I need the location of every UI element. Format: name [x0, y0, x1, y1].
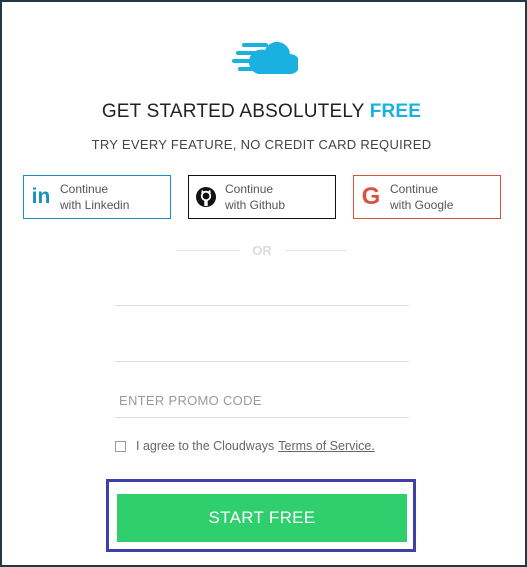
- continue-with-github-button[interactable]: Continue with Github: [188, 175, 336, 219]
- cloud-speed-icon: [232, 41, 298, 74]
- google-line2: with Google: [390, 198, 454, 212]
- continue-with-google-button[interactable]: G Continue with Google: [353, 175, 501, 219]
- promo-code-input[interactable]: [115, 384, 409, 418]
- title-main: GET STARTED ABSOLUTELY: [101, 101, 365, 122]
- start-free-button[interactable]: START FREE: [117, 494, 407, 542]
- github-line1: Continue: [225, 182, 274, 196]
- signup-field-2[interactable]: [115, 328, 409, 362]
- signup-field-1[interactable]: [115, 272, 409, 306]
- or-divider: OR: [177, 243, 347, 259]
- page-title: GET STARTED ABSOLUTELY FREE: [0, 101, 523, 123]
- continue-with-linkedin-button[interactable]: in Continue with Linkedin: [23, 175, 171, 219]
- github-icon: [189, 186, 223, 208]
- terms-of-service-link[interactable]: Terms of Service.: [278, 439, 375, 453]
- linkedin-line2: with Linkedin: [60, 198, 130, 212]
- google-icon: G: [361, 183, 381, 210]
- linkedin-line1: Continue: [60, 182, 109, 196]
- agree-text: I agree to the Cloudways: [136, 439, 275, 453]
- title-accent: FREE: [369, 101, 422, 122]
- page-subtitle: TRY EVERY FEATURE, NO CREDIT CARD REQUIR…: [91, 137, 432, 152]
- terms-checkbox[interactable]: [115, 440, 126, 452]
- google-line1: Continue: [390, 182, 439, 196]
- terms-agreement: I agree to the Cloudways Terms of Servic…: [115, 439, 375, 453]
- linkedin-icon: in: [31, 185, 51, 208]
- github-line2: with Github: [225, 198, 286, 212]
- divider-line-right: [285, 250, 347, 251]
